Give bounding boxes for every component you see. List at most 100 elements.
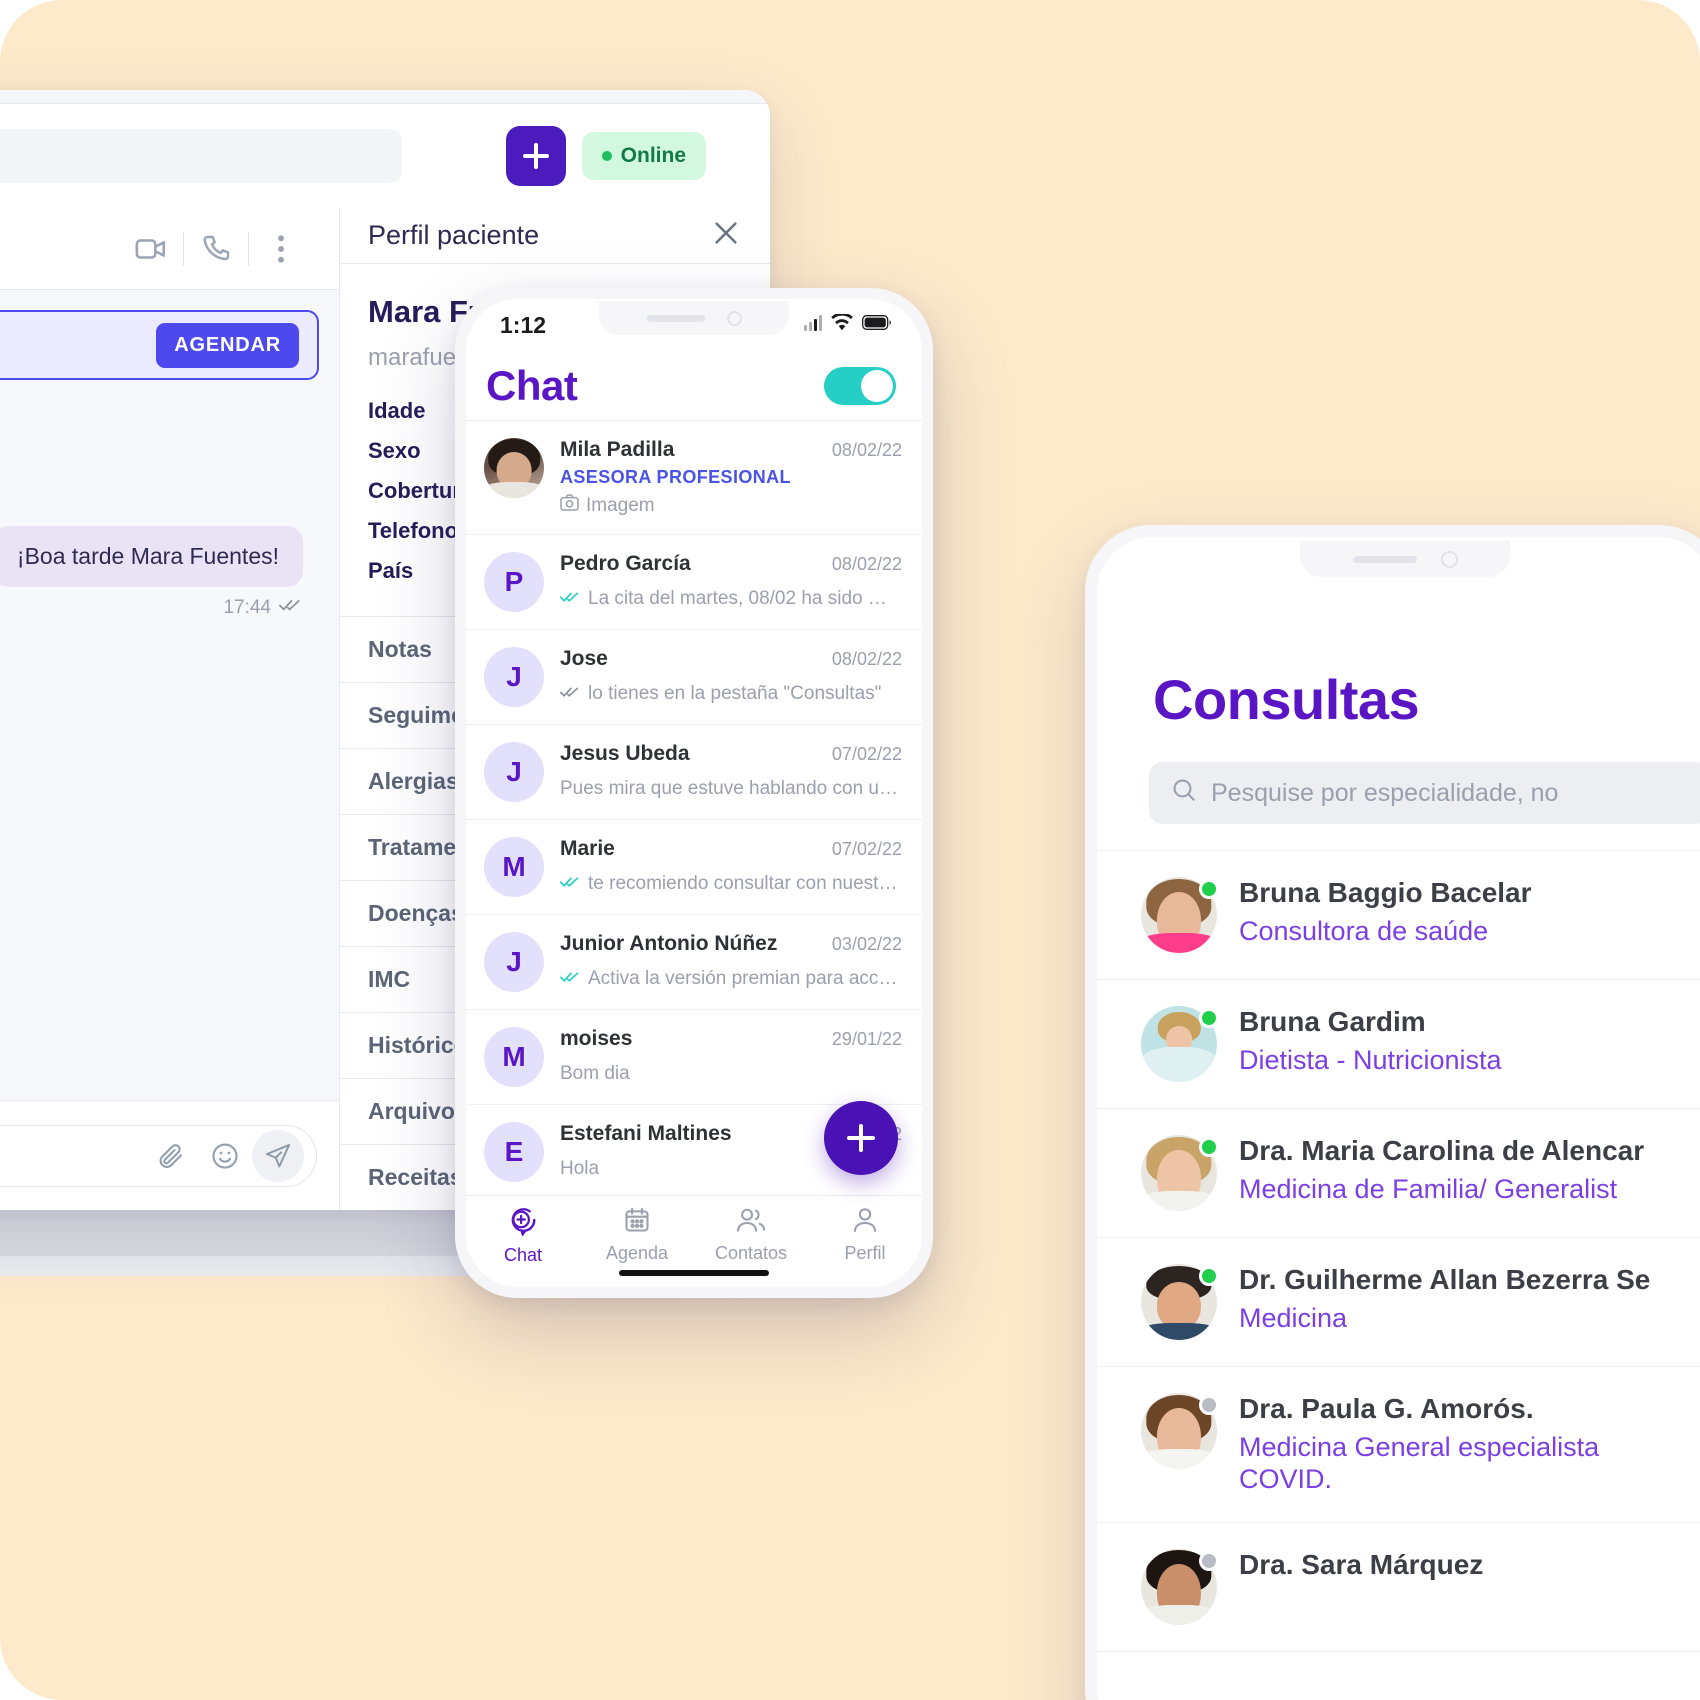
tab-agenda[interactable]: Agenda [580, 1206, 694, 1264]
chat-conversation-list[interactable]: Mila Padilla 08/02/22 ASESORA PROFESIONA… [466, 421, 922, 1195]
video-call-icon[interactable] [119, 232, 183, 266]
list-item[interactable]: Mila Padilla 08/02/22 ASESORA PROFESIONA… [466, 421, 922, 535]
contacts-icon [736, 1206, 766, 1239]
message-composer: ma mensagem... [0, 1100, 339, 1210]
list-item[interactable]: Dra. Paula G. Amorós. Medicina General e… [1097, 1367, 1700, 1523]
toolbar-actions: Online [505, 126, 740, 186]
tab-label: Perfil [844, 1243, 886, 1263]
home-indicator [619, 1270, 769, 1276]
availability-toggle[interactable] [824, 366, 896, 405]
message-preview: La cita del martes, 08/02 ha sido ma... [560, 588, 902, 610]
list-item-content: Pedro García 08/02/22 La cita del martes… [544, 552, 902, 612]
list-item[interactable]: Dra. Sara Márquez [1097, 1523, 1700, 1652]
message-bubble: ¡Boa tarde Mara Fuentes! [0, 526, 303, 587]
earpiece-speaker [646, 314, 705, 322]
online-dot-icon [601, 151, 612, 161]
search-placeholder: Pesquise por especialidade, no [1211, 778, 1559, 807]
contact-name: Estefani Maltines [560, 1122, 732, 1145]
search-input[interactable]: tes o profissionais [0, 129, 402, 183]
search-icon [1171, 777, 1197, 810]
message-outgoing: ¡Boa tarde Mara Fuentes! 17:44 [0, 526, 313, 619]
avatar-wrap [1141, 1006, 1219, 1082]
tab-chat[interactable]: Chat [466, 1206, 580, 1266]
chat-screen-header: Chat [466, 351, 922, 421]
message-input[interactable]: ma mensagem... [0, 1124, 317, 1187]
chat-panel-header [0, 208, 339, 290]
earpiece-speaker [1352, 555, 1417, 563]
search-input[interactable]: Pesquise por especialidade, no [1149, 762, 1700, 824]
more-options-icon[interactable] [249, 234, 313, 264]
message-time: 17:44 [223, 597, 271, 618]
message-list: Hoje ¡Boa tarde Mara Fuentes! 17:44 a po… [0, 380, 339, 1100]
message-preview: lo tienes en la pestaña "Consultas" [560, 683, 902, 705]
list-item[interactable]: Dr. Guilherme Allan Bezerra Se Medicina [1097, 1238, 1700, 1367]
list-item[interactable]: Dra. Maria Carolina de Alencar Medicina … [1097, 1109, 1700, 1238]
agendar-button[interactable]: AGENDAR [156, 322, 299, 368]
avatar-wrap [1141, 1264, 1219, 1340]
list-item[interactable]: M Marie 07/02/22 te recomiendo consultar… [466, 820, 922, 915]
phone-screen-chat: 1:12 Chat Mila Padilla 08/02/22 ASESORA … [466, 299, 922, 1287]
list-item[interactable]: M moises 29/01/22 Bom dia [466, 1010, 922, 1105]
list-item[interactable]: P Pedro García 08/02/22 La cita del mart… [466, 535, 922, 630]
attachment-icon[interactable] [144, 1141, 198, 1171]
phone-screen-consultas: Consultas Pesquise por especialidade, no [1097, 537, 1700, 1700]
list-item-header: Pedro García 08/02/22 [560, 552, 902, 576]
window-titlebar [0, 90, 770, 104]
desktop-toolbar: tes o profissionais Online [0, 104, 770, 208]
composer-placeholder: ma mensagem... [0, 1143, 144, 1169]
preview-text: Imagem [586, 494, 655, 516]
message-preview: Pues mira que estuve hablando con un... [560, 778, 902, 800]
phone-notch [599, 301, 789, 335]
phone-call-icon[interactable] [184, 233, 248, 265]
list-item[interactable]: J Jose 08/02/22 lo tienes en la pestaña … [466, 630, 922, 725]
contact-name: Junior Antonio Núñez [560, 932, 778, 955]
online-status-icon [1199, 1137, 1219, 1157]
battery-icon [862, 315, 892, 335]
preview-text: Pues mira que estuve hablando con un... [560, 778, 902, 799]
list-item-header: Mila Padilla 08/02/22 [560, 438, 902, 462]
list-item-content: Dra. Maria Carolina de Alencar Medicina … [1217, 1135, 1644, 1205]
list-item-header: moises 29/01/22 [560, 1027, 902, 1051]
list-item-content: Dra. Paula G. Amorós. Medicina General e… [1217, 1393, 1659, 1496]
send-button[interactable] [252, 1129, 304, 1182]
emoji-icon[interactable] [198, 1141, 252, 1171]
offline-status-icon [1199, 1550, 1219, 1571]
phone-device-center: 1:12 Chat Mila Padilla 08/02/22 ASESORA … [455, 288, 933, 1298]
avatar-wrap [1141, 877, 1219, 953]
phone-status-bar: 1:12 [466, 299, 922, 351]
preview-text: Bom dia [560, 1063, 630, 1084]
avatar-wrap [1141, 1393, 1219, 1469]
status-badge[interactable]: Online [581, 132, 706, 180]
list-item[interactable]: Bruna Gardim Dietista - Nutricionista [1097, 980, 1700, 1109]
message-preview: Activa la versión premian para acced... [560, 968, 902, 990]
promo-banner[interactable]: SUAS CONSULTAS a consulta e pagamento AG… [0, 310, 319, 380]
avatar [484, 438, 544, 498]
preview-text: Activa la versión premian para acced... [588, 968, 902, 989]
doctor-list[interactable]: Bruna Baggio Bacelar Consultora de saúde [1097, 850, 1700, 1652]
tab-perfil[interactable]: Perfil [808, 1206, 922, 1264]
list-item-content: Jose 08/02/22 lo tienes en la pestaña "C… [544, 647, 902, 707]
list-item[interactable]: J Junior Antonio Núñez 03/02/22 Activa l… [466, 915, 922, 1010]
avatar-wrap [1141, 1548, 1219, 1625]
close-icon[interactable] [710, 217, 742, 254]
message-date: 08/02/22 [831, 554, 902, 574]
list-item-header: Junior Antonio Núñez 03/02/22 [560, 932, 902, 956]
preview-text: La cita del martes, 08/02 ha sido ma... [588, 588, 902, 609]
avatar: E [484, 1122, 544, 1182]
doctor-name: Dra. Paula G. Amorós. [1239, 1393, 1534, 1424]
message-date: 03/02/22 [831, 934, 902, 954]
avatar: M [484, 837, 544, 897]
doctor-specialty: Medicina [1239, 1303, 1348, 1333]
list-item[interactable]: J Jesus Ubeda 07/02/22 Pues mira que est… [466, 725, 922, 820]
list-item-content: Junior Antonio Núñez 03/02/22 Activa la … [544, 932, 902, 992]
avatar: P [484, 552, 544, 612]
new-chat-fab[interactable] [824, 1101, 898, 1175]
avatar: J [484, 742, 544, 802]
doctor-specialty: Dietista - Nutricionista [1239, 1045, 1502, 1075]
list-item[interactable]: Bruna Baggio Bacelar Consultora de saúde [1097, 851, 1700, 980]
doctor-specialty: Consultora de saúde [1239, 916, 1489, 946]
add-button[interactable] [505, 126, 566, 186]
list-item-header: Jesus Ubeda 07/02/22 [560, 742, 902, 766]
tab-contatos[interactable]: Contatos [694, 1206, 808, 1264]
read-receipt-icon [560, 968, 581, 990]
